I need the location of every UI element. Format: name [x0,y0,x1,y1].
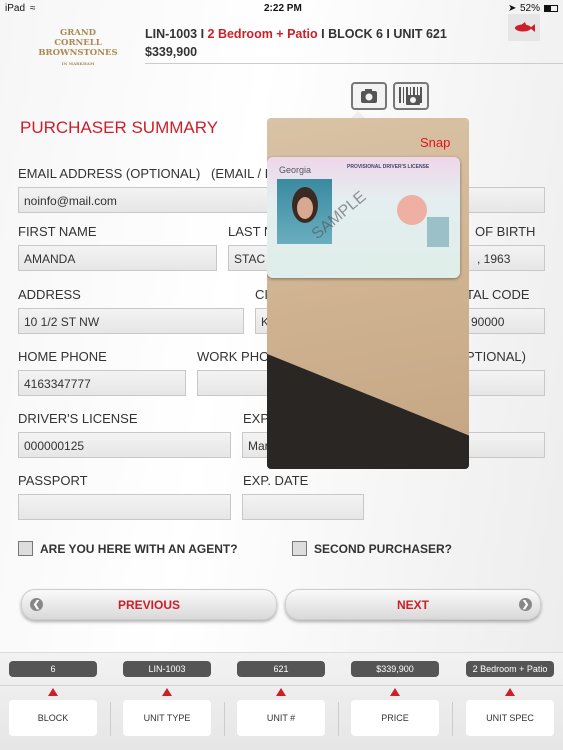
camera-button[interactable] [351,82,387,110]
dark-edge [267,351,469,469]
barcode-scan-button[interactable] [393,82,429,110]
popover-arrow [351,111,365,118]
location-icon: ➤ [508,3,517,14]
dob-field[interactable]: , 1963 [468,245,545,271]
license-image: Georgia PROVISIONAL DRIVER'S LICENSE SAM… [267,157,460,278]
unit-code: LIN-1003 [145,27,198,41]
tab-unit-spec[interactable]: UNIT SPEC [466,700,554,736]
second-purchaser-label: SECOND PURCHASER? [314,542,453,556]
optional-field[interactable] [468,370,545,396]
clock: 2:22 PM [264,3,302,14]
tab-unit-number[interactable]: UNIT # [237,700,325,736]
passport-exp-field[interactable] [242,494,364,520]
tab-price[interactable]: PRICE [351,700,439,736]
first-name-label: FIRST NAME [18,224,97,239]
separator: I [197,27,208,41]
previous-button[interactable]: ❮ PREVIOUS [21,589,277,620]
device-name: iPad [5,3,26,14]
snap-button[interactable]: Snap [420,135,450,150]
fish-menu-button[interactable] [508,14,540,41]
tab-unit-type[interactable]: UNIT TYPE [123,700,211,736]
tab-block[interactable]: BLOCK [9,700,97,736]
battery-icon [544,5,558,12]
right-field[interactable] [468,432,545,458]
block-value: 6 [9,661,97,677]
email-label: EMAIL ADDRESS (OPTIONAL) [18,166,201,181]
triangle-up-icon [390,688,400,696]
camera-icon [361,89,377,103]
unit-type-value: LIN-1003 [123,661,211,677]
chevron-right-icon: ❯ [519,598,532,611]
home-phone-label: HOME PHONE [18,349,107,364]
passport-exp-label: EXP. DATE [243,473,309,488]
address-field[interactable]: 10 1/2 ST NW [18,308,244,334]
triangle-up-icon [48,688,58,696]
wifi-icon: ≈ [30,3,36,14]
home-phone-field[interactable]: 4163347777 [18,370,186,396]
license-seal [397,195,427,225]
fish-icon [515,22,535,32]
license-heading: PROVISIONAL DRIVER'S LICENSE [347,164,430,170]
barcode-camera-icon [399,87,422,105]
dob-label: OF BIRTH [475,224,536,239]
divider [110,702,111,736]
camera-preview[interactable]: Georgia PROVISIONAL DRIVER'S LICENSE SAM… [267,118,469,469]
price-value: $339,900 [351,661,439,677]
triangle-up-icon [276,688,286,696]
address-label: ADDRESS [18,287,81,302]
unit-summary: LIN-1003 I 2 Bedroom + Patio I BLOCK 6 I… [145,27,447,41]
unit-spec: 2 Bedroom + Patio [207,27,318,41]
agent-checkbox[interactable] [18,541,33,556]
drivers-license-label: DRIVER'S LICENSE [18,411,138,426]
header-divider [145,63,563,64]
work-phone-label: WORK PHO [197,349,270,364]
license-state: Georgia [279,165,312,175]
email-confirm-label: (EMAIL / F [211,166,273,181]
triangle-up-icon [505,688,515,696]
bottom-divider [0,685,563,686]
passport-field[interactable] [18,494,231,520]
divider [452,702,453,736]
unit-number-value: 621 [237,661,325,677]
divider [224,702,225,736]
next-label: NEXT [396,598,429,612]
chevron-left-icon: ❮ [30,598,43,611]
second-purchaser-checkbox[interactable] [292,541,307,556]
license-exp-label: EXP [243,411,270,426]
next-button[interactable]: NEXT ❯ [285,589,541,620]
drivers-license-field[interactable]: 000000125 [18,432,231,458]
passport-label: PASSPORT [18,473,88,488]
optional-field-label: PTIONAL) [466,349,526,364]
block-unit: BLOCK 6 I UNIT 621 [328,27,447,41]
divider [338,702,339,736]
header-price: $339,900 [145,45,198,59]
previous-label: PREVIOUS [117,598,180,612]
first-name-field[interactable]: AMANDA [18,245,217,271]
license-ghost-photo [427,217,449,247]
logo: GRAND CORNELL BROWNSTONES IN MARKHAM [38,28,118,66]
agent-checkbox-label: ARE YOU HERE WITH AN AGENT? [40,542,238,556]
postal-code-label: TAL CODE [466,287,530,302]
postal-code-field[interactable]: 90000 [468,308,545,334]
triangle-up-icon [162,688,172,696]
unit-spec-value: 2 Bedroom + Patio [466,661,554,677]
page-title: PURCHASER SUMMARY [20,118,219,137]
battery-percent: 52% [520,3,541,14]
separator: I [317,27,329,41]
